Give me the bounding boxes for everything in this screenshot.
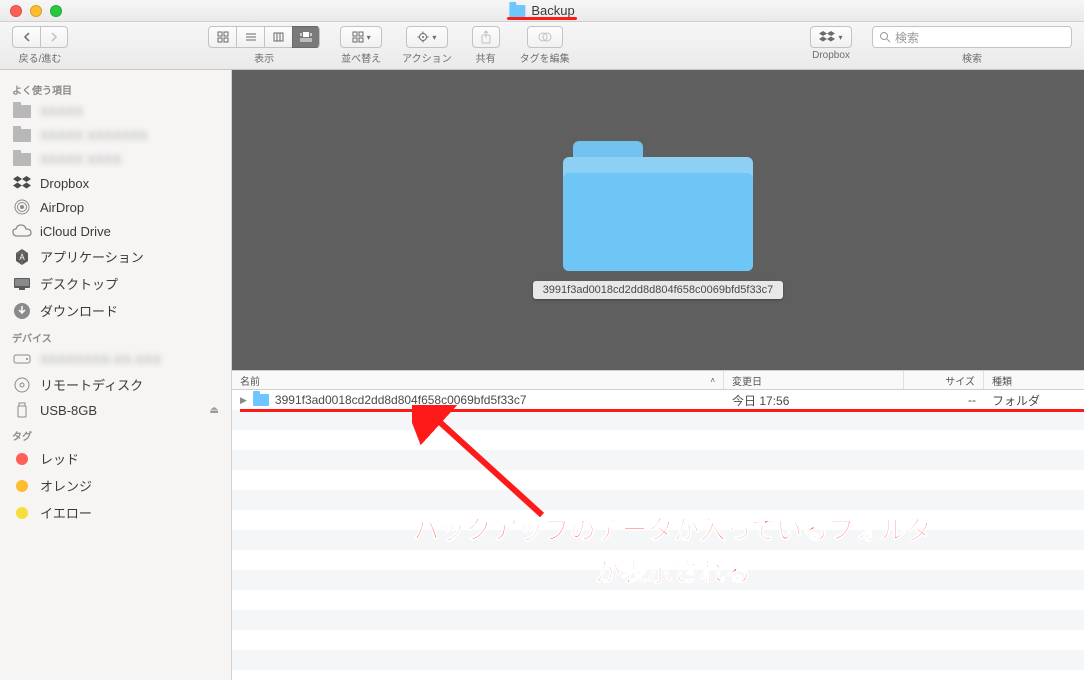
sidebar-item-downloads[interactable]: ダウンロード: [0, 297, 231, 324]
search-input[interactable]: 検索: [872, 26, 1072, 48]
folder-icon: [13, 105, 31, 118]
usb-icon: [12, 402, 32, 418]
dropbox-button[interactable]: ▾: [810, 26, 852, 48]
column-kind-header[interactable]: 種類: [984, 371, 1084, 389]
search-icon: [879, 31, 891, 43]
sidebar-item-blurred-1[interactable]: XXXXX: [0, 99, 231, 123]
cd-icon: [12, 377, 32, 393]
action-label: アクション: [402, 50, 452, 65]
row-kind: フォルダ: [984, 392, 1084, 409]
minimize-window-button[interactable]: [30, 5, 42, 17]
close-window-button[interactable]: [10, 5, 22, 17]
tag-red-icon: [16, 453, 28, 465]
tag-orange-icon: [16, 480, 28, 492]
zoom-window-button[interactable]: [50, 5, 62, 17]
arrange-button[interactable]: ▾: [340, 26, 382, 48]
annotation-row-underline: [240, 409, 1084, 412]
share-button[interactable]: [472, 26, 500, 48]
sidebar-item-desktop[interactable]: デスクトップ: [0, 270, 231, 297]
column-size-header[interactable]: サイズ: [904, 371, 984, 389]
cloud-icon: [12, 223, 32, 239]
sidebar-favorites-header: よく使う項目: [0, 76, 231, 99]
view-list-button[interactable]: [236, 26, 264, 48]
eject-icon[interactable]: ⏏: [210, 405, 219, 416]
sidebar-item-device-blurred[interactable]: XXXXXXXX-XX-XXX: [0, 347, 231, 371]
sidebar-tags-header: タグ: [0, 422, 231, 445]
sidebar-tag-orange[interactable]: オレンジ: [0, 472, 231, 499]
window-title: Backup: [531, 3, 574, 18]
share-label: 共有: [476, 50, 496, 65]
action-button[interactable]: ▾: [406, 26, 448, 48]
preview-folder-icon[interactable]: [563, 141, 753, 271]
edit-tags-label: タグを編集: [520, 50, 570, 65]
sidebar-item-airdrop[interactable]: AirDrop: [0, 195, 231, 219]
sidebar: よく使う項目 XXXXX XXXXX XXXXXXX XXXXX XXXX Dr…: [0, 70, 232, 680]
column-modified-header[interactable]: 変更日: [724, 371, 904, 389]
sidebar-tag-yellow[interactable]: イエロー: [0, 499, 231, 526]
view-label: 表示: [254, 50, 274, 65]
download-icon: [12, 303, 32, 319]
sidebar-item-applications[interactable]: A アプリケーション: [0, 243, 231, 270]
desktop-icon: [12, 276, 32, 292]
nav-forward-button[interactable]: [40, 26, 68, 48]
svg-text:A: A: [19, 253, 25, 262]
sidebar-item-usb[interactable]: USB-8GB ⏏: [0, 398, 231, 422]
nav-back-button[interactable]: [12, 26, 40, 48]
sidebar-item-icloud[interactable]: iCloud Drive: [0, 219, 231, 243]
view-icon-button[interactable]: [208, 26, 236, 48]
applications-icon: A: [12, 249, 32, 265]
sidebar-item-blurred-2[interactable]: XXXXX XXXXXXX: [0, 123, 231, 147]
view-column-button[interactable]: [264, 26, 292, 48]
coverflow-preview: 3991f3ad0018cd2dd8d804f658c0069bfd5f33c7: [232, 70, 1084, 370]
sidebar-devices-header: デバイス: [0, 324, 231, 347]
sidebar-tag-red[interactable]: レッド: [0, 445, 231, 472]
folder-icon: [13, 153, 31, 166]
annotation-title-underline: [507, 17, 577, 20]
dropbox-icon: [12, 175, 32, 191]
disk-icon: [12, 351, 32, 367]
airdrop-icon: [12, 199, 32, 215]
sidebar-item-blurred-3[interactable]: XXXXX XXXX: [0, 147, 231, 171]
tag-yellow-icon: [16, 507, 28, 519]
row-name: 3991f3ad0018cd2dd8d804f658c0069bfd5f33c7: [275, 393, 527, 407]
arrange-label: 並べ替え: [341, 50, 381, 65]
edit-tags-button[interactable]: [527, 26, 563, 48]
search-placeholder: 検索: [895, 29, 919, 46]
sidebar-item-dropbox[interactable]: Dropbox: [0, 171, 231, 195]
row-modified: 今日 17:56: [724, 392, 904, 409]
title-folder-icon: [509, 5, 525, 17]
search-label: 検索: [962, 50, 982, 65]
sidebar-item-remote-disc[interactable]: リモートディスク: [0, 371, 231, 398]
row-size: --: [904, 393, 984, 407]
list-row[interactable]: ▶ 3991f3ad0018cd2dd8d804f658c0069bfd5f33…: [232, 390, 1084, 410]
preview-folder-name: 3991f3ad0018cd2dd8d804f658c0069bfd5f33c7: [533, 281, 784, 299]
folder-icon: [253, 394, 269, 406]
folder-icon: [13, 129, 31, 142]
dropbox-label: Dropbox: [812, 50, 850, 61]
disclosure-triangle-icon[interactable]: ▶: [240, 395, 247, 406]
view-coverflow-button[interactable]: [292, 26, 320, 48]
column-name-header[interactable]: 名前˄: [232, 371, 724, 389]
nav-label: 戻る/進む: [19, 50, 62, 65]
